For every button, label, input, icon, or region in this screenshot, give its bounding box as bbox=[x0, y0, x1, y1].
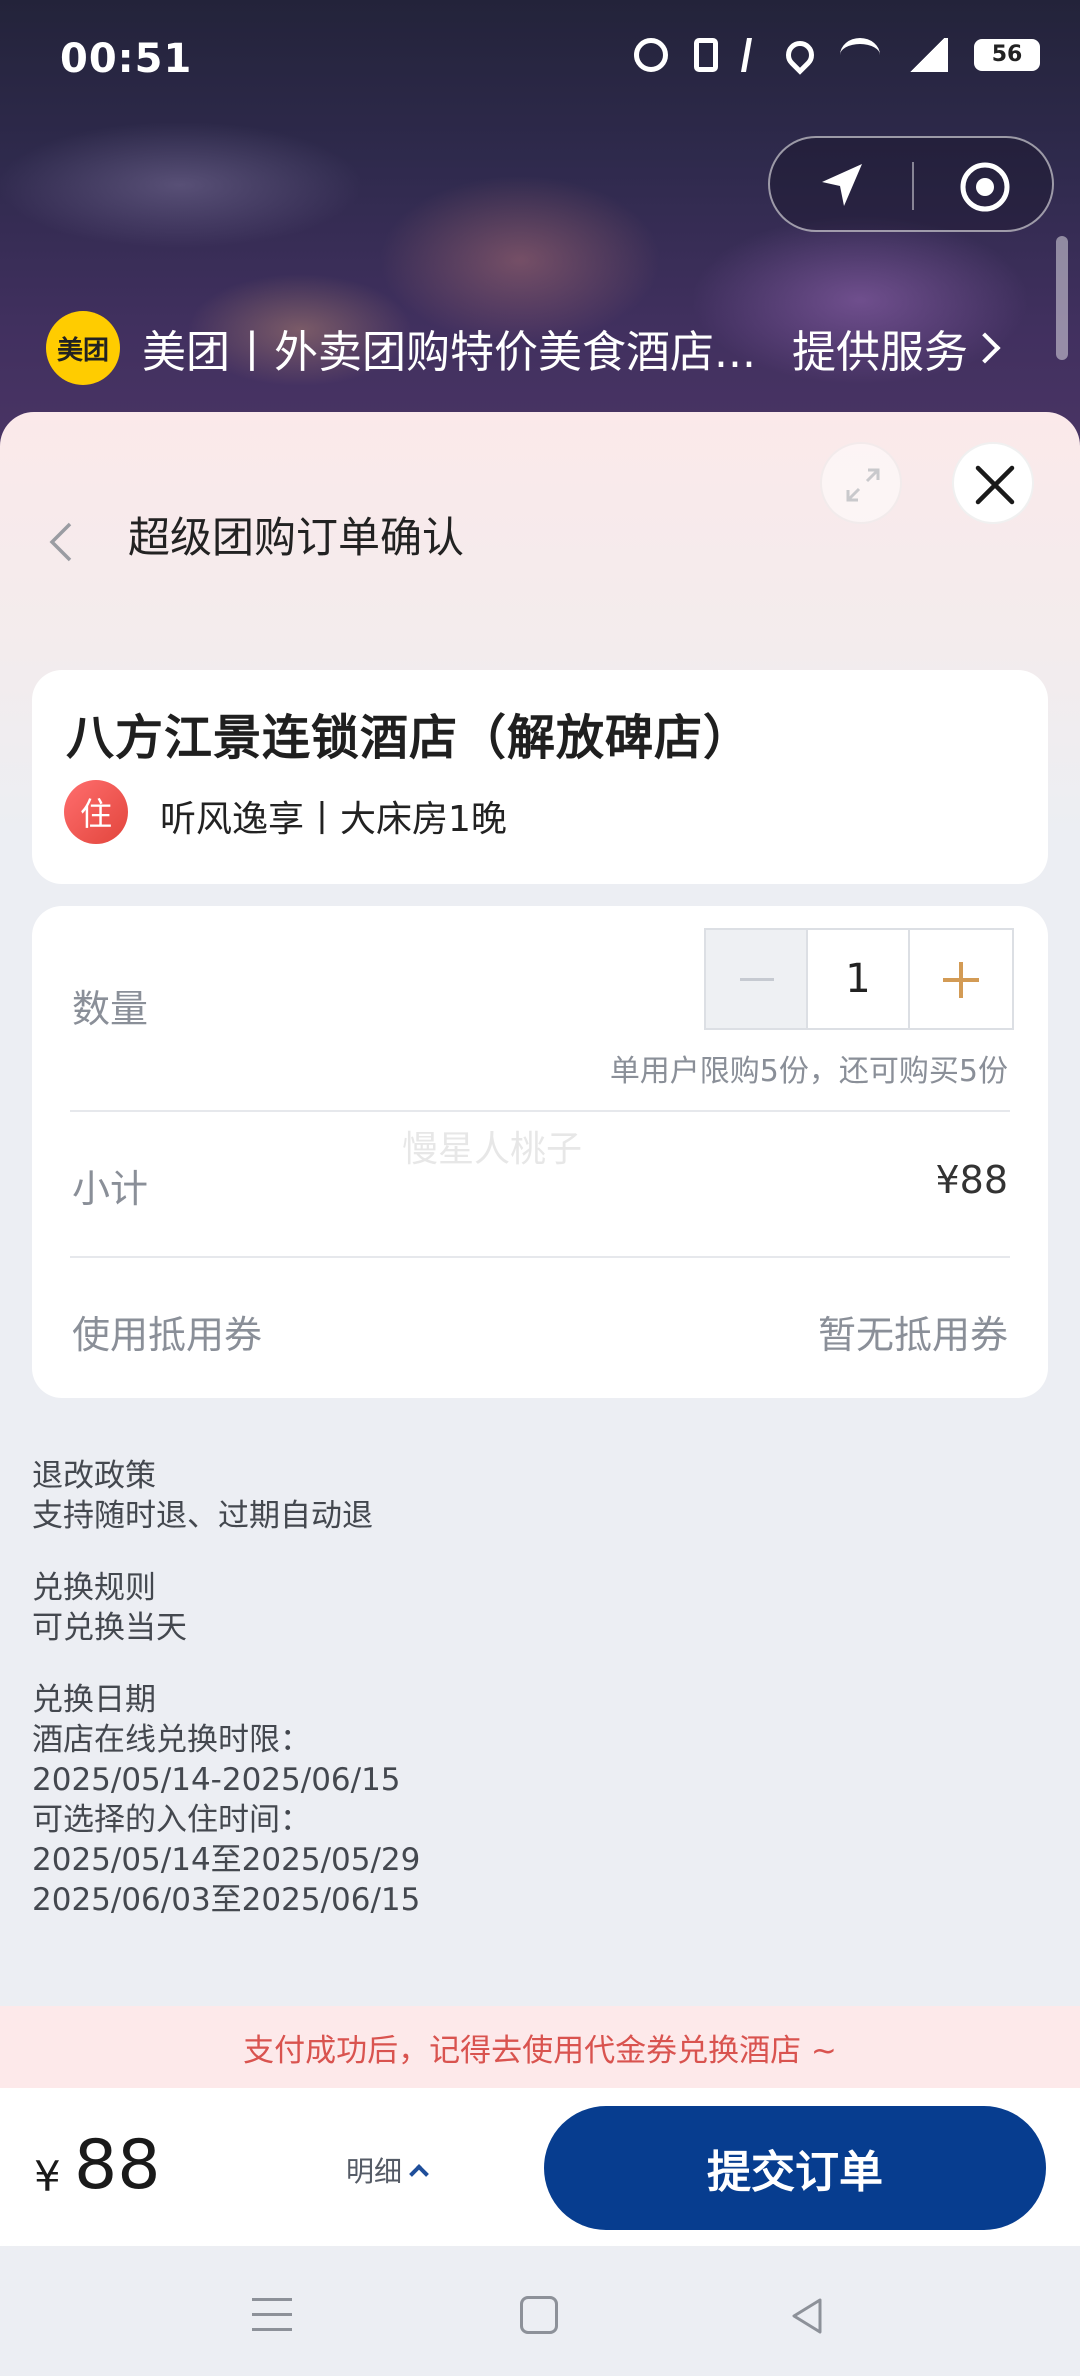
system-navigation-bar bbox=[0, 2246, 1080, 2376]
expand-icon bbox=[846, 468, 880, 502]
chevron-up-icon bbox=[409, 2164, 429, 2184]
checkin-label: 可选择的入住时间： bbox=[32, 1802, 311, 1838]
menu-icon[interactable] bbox=[252, 2298, 292, 2334]
subtotal-value: ¥88 bbox=[935, 1158, 1008, 1202]
room-description: 听风逸享丨大床房1晚 bbox=[160, 799, 507, 840]
redeem-rules-text: 可兑换当天 bbox=[32, 1610, 187, 1646]
signal-icon bbox=[906, 38, 948, 72]
back-chevron-icon[interactable] bbox=[36, 512, 86, 572]
bluetooth-icon bbox=[741, 38, 763, 72]
mini-program-capsule bbox=[768, 136, 1054, 232]
subtotal-label: 小计 bbox=[72, 1167, 149, 1211]
redeem-dates: 兑换日期 酒店在线兑换时限： 2025/05/14-2025/06/15 可选择… bbox=[32, 1680, 420, 1920]
order-card: 数量 1 单用户限购5份，还可购买5份 慢星人桃子 小计 ¥88 使用抵用券 暂… bbox=[32, 906, 1048, 1398]
refund-policy-text: 支持随时退、过期自动退 bbox=[32, 1498, 373, 1534]
mini-program-name: 美团丨外卖团购特价美食酒店... bbox=[142, 327, 756, 378]
total-currency: ¥ bbox=[34, 2152, 61, 2201]
back-triangle-icon[interactable] bbox=[786, 2294, 826, 2338]
redeem-dates-title: 兑换日期 bbox=[32, 1682, 156, 1718]
mini-program-service-row[interactable]: 美团 美团丨外卖团购特价美食酒店... 提供服务 bbox=[46, 308, 1046, 388]
purchase-limit-text: 单用户限购5份，还可购买5份 bbox=[609, 1054, 1008, 1089]
location-icon bbox=[780, 35, 820, 75]
scrollbar-thumb[interactable] bbox=[1056, 236, 1068, 360]
online-redeem-label: 酒店在线兑换时限： bbox=[32, 1722, 311, 1758]
close-button[interactable] bbox=[952, 442, 1034, 524]
hotel-card[interactable]: 八方江景连锁酒店（解放碑店） 住 听风逸享丨大床房1晚 bbox=[32, 670, 1048, 884]
refund-policy-title: 退改政策 bbox=[32, 1458, 156, 1494]
quantity-stepper: 1 bbox=[704, 928, 1014, 1030]
redeem-rules-title: 兑换规则 bbox=[32, 1570, 156, 1606]
watermark: 慢星人桃子 bbox=[402, 1129, 583, 1170]
status-icons: 56 bbox=[634, 35, 1040, 75]
order-sheet: 超级团购订单确认 八方江景连锁酒店（解放碑店） 住 听风逸享丨大床房1晚 数量 … bbox=[0, 412, 1080, 2376]
wifi-icon bbox=[840, 38, 880, 72]
coupon-value[interactable]: 暂无抵用券 bbox=[818, 1304, 1008, 1359]
payment-notice: 支付成功后，记得去使用代金券兑换酒店 ~ bbox=[0, 2006, 1080, 2088]
battery-icon: 56 bbox=[974, 39, 1040, 71]
capsule-divider bbox=[912, 162, 914, 210]
vibrate-icon bbox=[694, 38, 718, 72]
status-bar: 00:51 56 bbox=[0, 0, 1080, 130]
expand-button[interactable] bbox=[820, 442, 902, 524]
navigation-arrow-icon[interactable] bbox=[812, 160, 872, 212]
chevron-right-icon bbox=[969, 332, 1001, 364]
decrease-button[interactable] bbox=[706, 930, 808, 1028]
stay-badge: 住 bbox=[64, 780, 128, 844]
provide-service-link[interactable]: 提供服务 bbox=[792, 316, 968, 380]
refund-policy: 退改政策 支持随时退、过期自动退 bbox=[32, 1456, 373, 1536]
quantity-label: 数量 bbox=[72, 987, 149, 1031]
alarm-icon bbox=[634, 38, 668, 72]
checkin-range-2: 2025/06/03至2025/06/15 bbox=[32, 1882, 421, 1918]
page-title: 超级团购订单确认 bbox=[128, 513, 465, 562]
divider bbox=[70, 1110, 1010, 1112]
redeem-rules: 兑换规则 可兑换当天 bbox=[32, 1568, 187, 1648]
checkout-bar: ¥ 88 明细 提交订单 bbox=[0, 2088, 1080, 2248]
status-time: 00:51 bbox=[60, 36, 193, 82]
submit-order-button[interactable]: 提交订单 bbox=[544, 2106, 1046, 2230]
coupon-label[interactable]: 使用抵用券 bbox=[72, 1304, 262, 1359]
target-icon[interactable] bbox=[958, 160, 1012, 214]
close-icon bbox=[975, 465, 1015, 505]
price-detail-label: 明细 bbox=[346, 2155, 403, 2188]
quantity-value[interactable]: 1 bbox=[808, 930, 910, 1028]
divider bbox=[70, 1256, 1010, 1258]
checkin-range-1: 2025/05/14至2025/05/29 bbox=[32, 1842, 421, 1878]
home-icon[interactable] bbox=[520, 2296, 558, 2334]
increase-button[interactable] bbox=[910, 930, 1012, 1028]
meituan-logo: 美团 bbox=[46, 311, 120, 385]
total-amount: 88 bbox=[74, 2126, 161, 2205]
online-redeem-range: 2025/05/14-2025/06/15 bbox=[32, 1762, 401, 1798]
price-detail-toggle[interactable]: 明细 bbox=[346, 2150, 429, 2190]
hotel-name: 八方江景连锁酒店（解放碑店） bbox=[66, 710, 753, 766]
